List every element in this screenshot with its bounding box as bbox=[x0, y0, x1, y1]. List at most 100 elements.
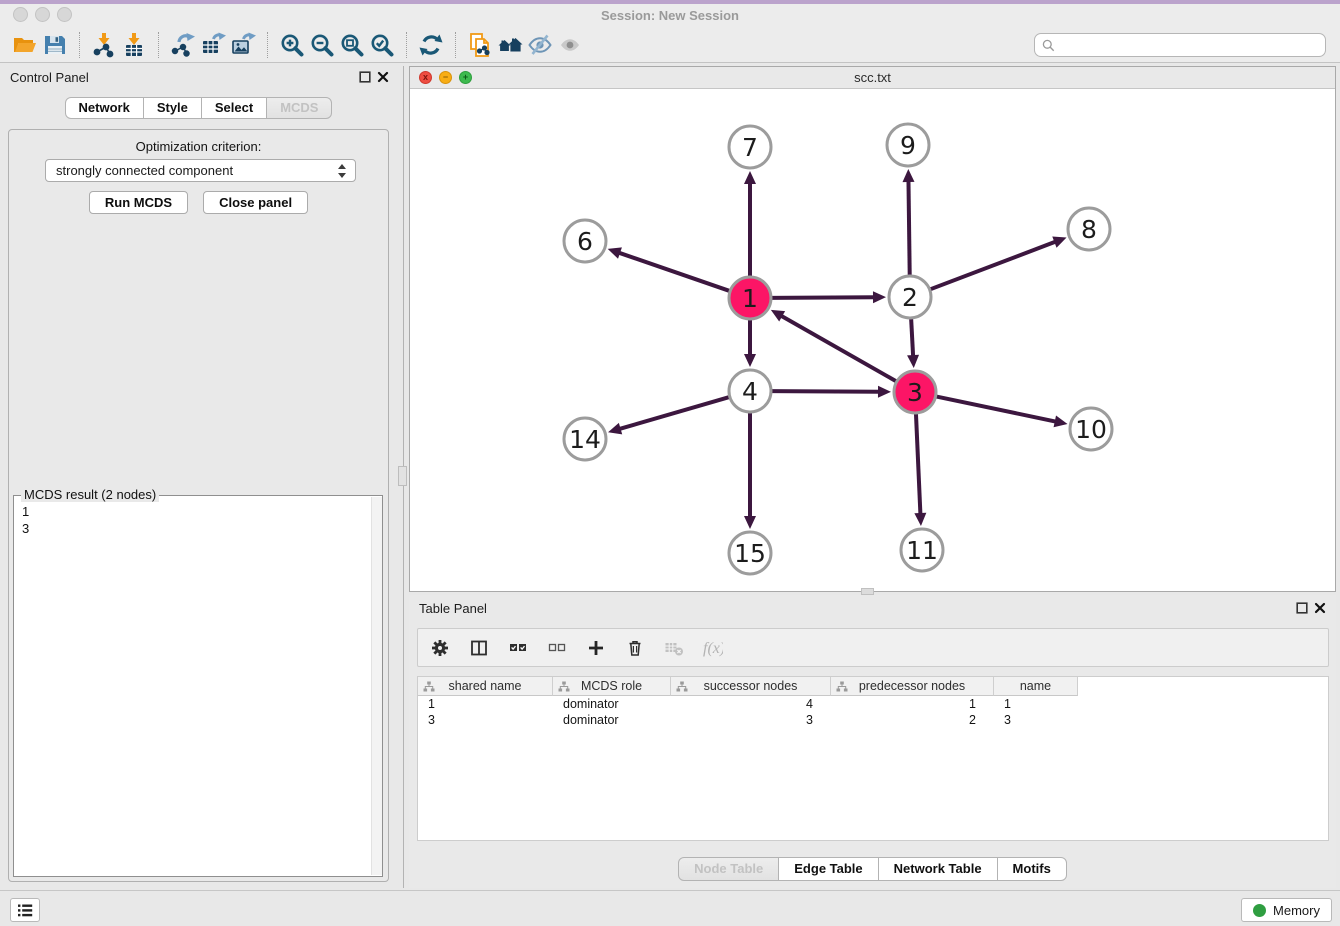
main-toolbar bbox=[0, 28, 1340, 63]
graph-node[interactable]: 11 bbox=[901, 529, 943, 571]
graph-edge[interactable] bbox=[931, 237, 1067, 290]
mcds-result-line: 1 bbox=[22, 503, 368, 520]
graph-edge[interactable] bbox=[744, 171, 756, 276]
float-table-panel-icon[interactable] bbox=[1296, 602, 1308, 614]
zoom-in-icon[interactable] bbox=[277, 31, 307, 59]
task-history-button[interactable] bbox=[10, 898, 40, 922]
column-header-predecessor-nodes[interactable]: predecessor nodes bbox=[831, 677, 994, 696]
toolbar-separator bbox=[455, 32, 456, 58]
graph-edge[interactable] bbox=[744, 320, 756, 367]
tab-select[interactable]: Select bbox=[201, 97, 267, 119]
graph-node[interactable]: 4 bbox=[729, 370, 771, 412]
graph-node[interactable]: 3 bbox=[894, 371, 936, 413]
show-graphics-details-icon[interactable] bbox=[555, 31, 585, 59]
zoom-out-icon[interactable] bbox=[307, 31, 337, 59]
delete-columns-icon[interactable] bbox=[623, 636, 647, 660]
column-header-shared-name[interactable]: shared name bbox=[418, 677, 553, 696]
create-new-column-icon[interactable] bbox=[584, 636, 608, 660]
export-table-icon[interactable] bbox=[198, 31, 228, 59]
control-panel-header: Control Panel bbox=[0, 66, 397, 90]
search-input[interactable] bbox=[1034, 33, 1326, 57]
tab-edge-table[interactable]: Edge Table bbox=[778, 857, 878, 881]
vertical-split-grip[interactable] bbox=[398, 466, 407, 486]
float-panel-icon[interactable] bbox=[359, 71, 371, 83]
function-builder-icon[interactable]: f(x) bbox=[701, 636, 725, 660]
table-cell: 1 bbox=[831, 696, 994, 712]
graph-node[interactable]: 1 bbox=[729, 277, 771, 319]
table-row[interactable]: 3dominator323 bbox=[418, 712, 1328, 728]
column-header-successor-nodes[interactable]: successor nodes bbox=[671, 677, 831, 696]
column-header-name[interactable]: name bbox=[994, 677, 1078, 696]
first-neighbors-icon[interactable] bbox=[495, 31, 525, 59]
select-all-icon[interactable] bbox=[506, 636, 530, 660]
graph-edge[interactable] bbox=[907, 319, 919, 368]
export-network-icon[interactable] bbox=[168, 31, 198, 59]
open-file-icon[interactable] bbox=[10, 31, 40, 59]
titlebar: Session: New Session bbox=[0, 0, 1340, 28]
graph-edge[interactable] bbox=[902, 169, 914, 275]
graph-node[interactable]: 14 bbox=[564, 418, 606, 460]
graph-edge[interactable] bbox=[608, 247, 730, 290]
application-window: Session: New Session bbox=[0, 0, 1340, 926]
tab-mcds[interactable]: MCDS bbox=[266, 97, 332, 119]
column-header-mcds-role[interactable]: MCDS role bbox=[553, 677, 671, 696]
network-canvas[interactable]: 7 9 6 8 1 2 4 3 14 10 15 11 bbox=[410, 89, 1335, 591]
graph-node[interactable]: 6 bbox=[564, 220, 606, 262]
tab-motifs[interactable]: Motifs bbox=[997, 857, 1067, 881]
mcds-tab-content: Optimization criterion: strongly connect… bbox=[8, 129, 389, 882]
sort-icon bbox=[423, 681, 435, 692]
svg-text:15: 15 bbox=[734, 539, 766, 568]
delete-table-icon[interactable] bbox=[662, 636, 686, 660]
deselect-all-icon[interactable] bbox=[545, 636, 569, 660]
close-table-panel-icon[interactable] bbox=[1314, 602, 1326, 614]
import-network-from-file-icon[interactable] bbox=[89, 31, 119, 59]
tab-node-table[interactable]: Node Table bbox=[678, 857, 779, 881]
graph-edge[interactable] bbox=[608, 397, 729, 434]
tab-network-table[interactable]: Network Table bbox=[878, 857, 998, 881]
table-settings-gear-icon[interactable] bbox=[428, 636, 452, 660]
criterion-dropdown[interactable]: strongly connected component bbox=[45, 159, 356, 182]
svg-text:8: 8 bbox=[1081, 215, 1097, 244]
graph-node[interactable]: 2 bbox=[889, 276, 931, 318]
table-cell: 4 bbox=[671, 696, 831, 712]
save-session-icon[interactable] bbox=[40, 31, 70, 59]
graph-node[interactable]: 8 bbox=[1068, 208, 1110, 250]
graph-edge[interactable] bbox=[771, 310, 896, 381]
graph-edge[interactable] bbox=[772, 291, 886, 303]
hide-graphics-details-icon[interactable] bbox=[525, 31, 555, 59]
svg-text:6: 6 bbox=[577, 227, 593, 256]
zoom-fit-content-icon[interactable] bbox=[337, 31, 367, 59]
graph-node[interactable]: 7 bbox=[729, 126, 771, 168]
graph-edge[interactable] bbox=[937, 397, 1068, 428]
mcds-result-box: MCDS result (2 nodes) 13 bbox=[13, 495, 383, 877]
graph-node[interactable]: 10 bbox=[1070, 408, 1112, 450]
svg-text:11: 11 bbox=[906, 536, 938, 565]
run-mcds-button[interactable]: Run MCDS bbox=[89, 191, 188, 214]
memory-button[interactable]: Memory bbox=[1241, 898, 1332, 922]
window-title: Session: New Session bbox=[0, 8, 1340, 23]
graph-edge[interactable] bbox=[744, 413, 756, 529]
network-window-titlebar[interactable]: x − + scc.txt bbox=[410, 67, 1335, 89]
titlebar-accent bbox=[0, 0, 1340, 4]
close-panel-icon[interactable] bbox=[377, 71, 389, 83]
table-row[interactable]: 1dominator411 bbox=[418, 696, 1328, 712]
graph-edge[interactable] bbox=[914, 414, 926, 526]
tab-style[interactable]: Style bbox=[143, 97, 202, 119]
tab-network[interactable]: Network bbox=[65, 97, 144, 119]
toolbar-separator bbox=[267, 32, 268, 58]
export-image-icon[interactable] bbox=[228, 31, 258, 59]
graph-edge[interactable] bbox=[772, 386, 891, 398]
graph-node[interactable]: 9 bbox=[887, 124, 929, 166]
graph-node[interactable]: 15 bbox=[729, 532, 771, 574]
list-icon bbox=[17, 903, 33, 918]
toggle-column-visibility-icon[interactable] bbox=[467, 636, 491, 660]
close-panel-button[interactable]: Close panel bbox=[203, 191, 308, 214]
zoom-selected-region-icon[interactable] bbox=[367, 31, 397, 59]
network-window: x − + scc.txt 7 9 6 8 1 2 4 3 14 10 15 11 bbox=[409, 66, 1336, 592]
table-cell: 1 bbox=[994, 696, 1078, 712]
import-table-from-file-icon[interactable] bbox=[119, 31, 149, 59]
apply-preferred-layout-icon[interactable] bbox=[416, 31, 446, 59]
result-scrollbar[interactable] bbox=[371, 497, 382, 875]
new-network-from-selection-icon[interactable] bbox=[465, 31, 495, 59]
horizontal-split-grip[interactable] bbox=[861, 588, 874, 595]
